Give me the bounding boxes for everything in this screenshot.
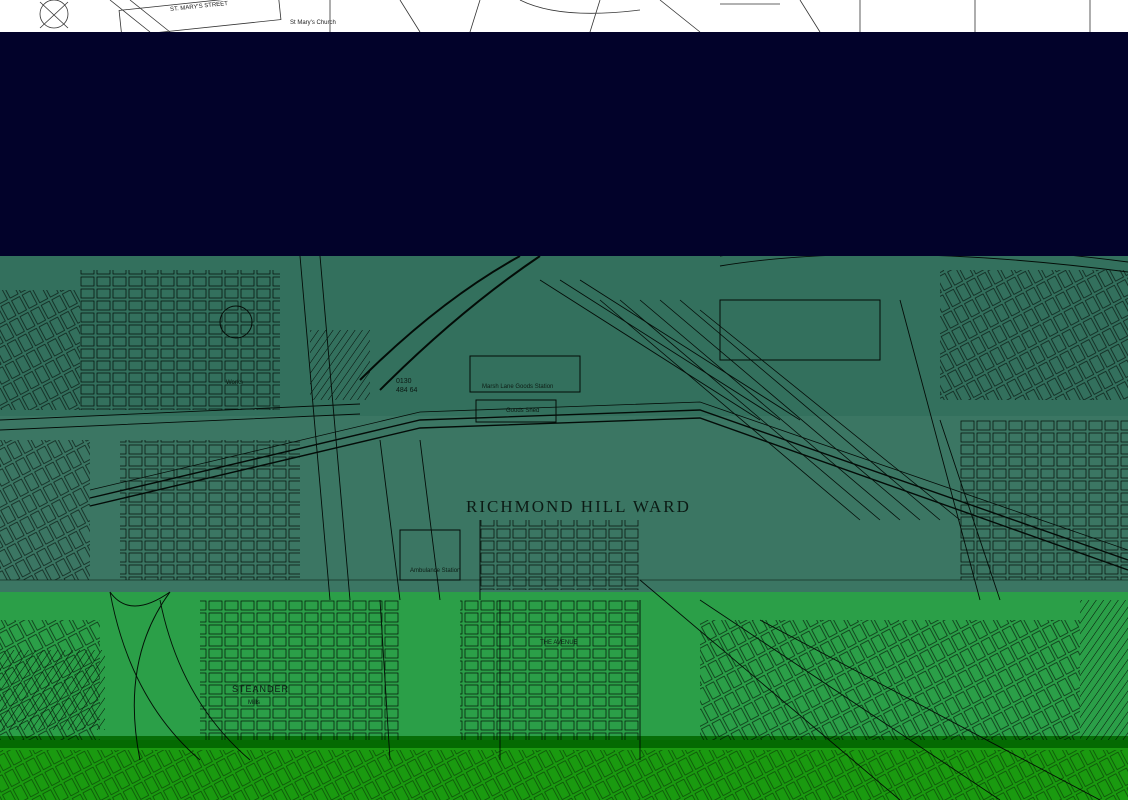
map-viewport[interactable]: St Mary's Church ST. MARY'S STREET RICHM… <box>0 0 1128 800</box>
grid-ref-line-1: 0130 <box>396 378 412 385</box>
church-label: St Mary's Church <box>290 20 336 26</box>
ambulance-label: Ambulance Station <box>410 568 461 574</box>
grid-ref-line-2: 484 64 <box>396 387 418 394</box>
goods-shed-label: Goods Shed <box>506 408 540 414</box>
map-linework <box>0 0 1128 800</box>
grid-reference: 0130 484 64 <box>396 377 417 395</box>
mill-label: Mills <box>248 700 260 706</box>
map-buildings <box>0 270 1128 800</box>
avenue-label: THE AVENUE <box>540 640 578 646</box>
goods-station-label: Marsh Lane Goods Station <box>482 384 554 390</box>
works-label: Works <box>226 380 243 386</box>
ward-label: RICHMOND HILL WARD <box>466 497 691 516</box>
steander-label: STEANDER <box>232 684 290 694</box>
